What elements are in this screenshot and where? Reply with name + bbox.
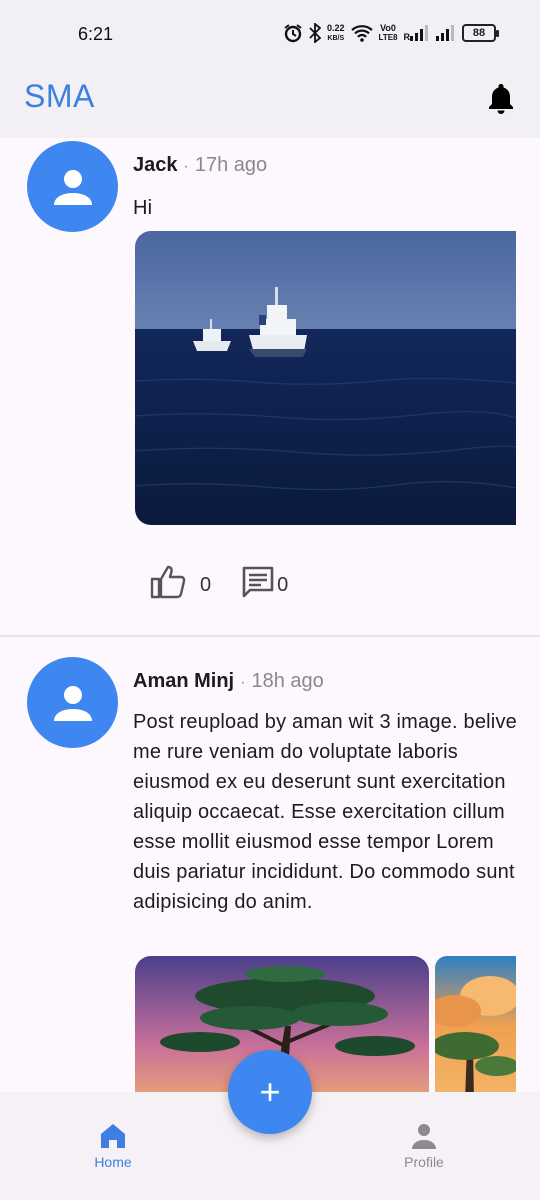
post-image[interactable] [135, 231, 516, 525]
nav-profile-label: Profile [404, 1154, 444, 1170]
post-author[interactable]: Aman Minj [133, 670, 234, 693]
status-icons: 0.22 KB/S Vo0 LTE8 R 88 [283, 22, 499, 44]
post-actions: 0 0 [150, 565, 288, 605]
signal-icon-sim1: R [404, 22, 431, 44]
person-icon [53, 685, 92, 721]
comment-count: 0 [277, 573, 289, 596]
nav-profile[interactable]: Profile [364, 1122, 484, 1170]
volte-indicator: Vo0 LTE8 [379, 22, 398, 44]
add-post-button[interactable]: + [228, 1050, 312, 1134]
net-speed-value: 0.22 [327, 22, 345, 33]
post-image[interactable] [435, 956, 516, 1092]
net-speed: 0.22 KB/S [327, 22, 345, 44]
volte-top: Vo0 [380, 23, 396, 33]
status-bar: 6:21 0.22 KB/S Vo0 LTE8 R 88 [0, 0, 540, 62]
home-icon [101, 1124, 125, 1148]
post-author[interactable]: Jack [133, 154, 178, 177]
avatar[interactable] [27, 657, 118, 748]
status-time: 6:21 [78, 24, 114, 44]
battery-icon: 88 [462, 24, 499, 42]
like-icon[interactable] [150, 565, 186, 605]
post-time: 18h ago [251, 670, 324, 692]
post-text: Post reupload by aman wit 3 image. beliv… [133, 711, 517, 913]
feed[interactable]: Jack · 17h ago Hi 0 0 Aman Minj · 18h ag… [0, 138, 540, 1092]
bell-icon[interactable] [486, 82, 516, 114]
post-card: Jack · 17h ago Hi 0 0 [0, 138, 540, 635]
nav-home-label: Home [94, 1154, 132, 1170]
wifi-icon [350, 22, 373, 44]
post-card: Aman Minj · 18h ago Post reupload by ama… [0, 637, 540, 1092]
app-title: SMA [24, 78, 95, 114]
avatar[interactable] [27, 141, 118, 232]
volte-bottom: LTE8 [378, 33, 398, 42]
header-separator: · [183, 158, 189, 175]
like-count: 0 [200, 573, 212, 596]
alarm-icon [283, 22, 303, 44]
post-time: 17h ago [194, 154, 268, 176]
person-icon [412, 1124, 436, 1149]
post-text: Hi [133, 197, 153, 219]
comment-icon[interactable] [241, 565, 275, 605]
person-icon [53, 169, 92, 205]
post-header: Jack · 17h ago [133, 154, 267, 177]
signal-icon-sim2 [436, 22, 456, 44]
net-speed-unit: KB/S [327, 34, 345, 42]
header-separator: · [240, 674, 246, 691]
post-header: Aman Minj · 18h ago [133, 670, 324, 693]
app-bar: SMA [0, 62, 540, 138]
nav-home[interactable]: Home [53, 1122, 173, 1170]
bluetooth-icon [309, 22, 321, 44]
